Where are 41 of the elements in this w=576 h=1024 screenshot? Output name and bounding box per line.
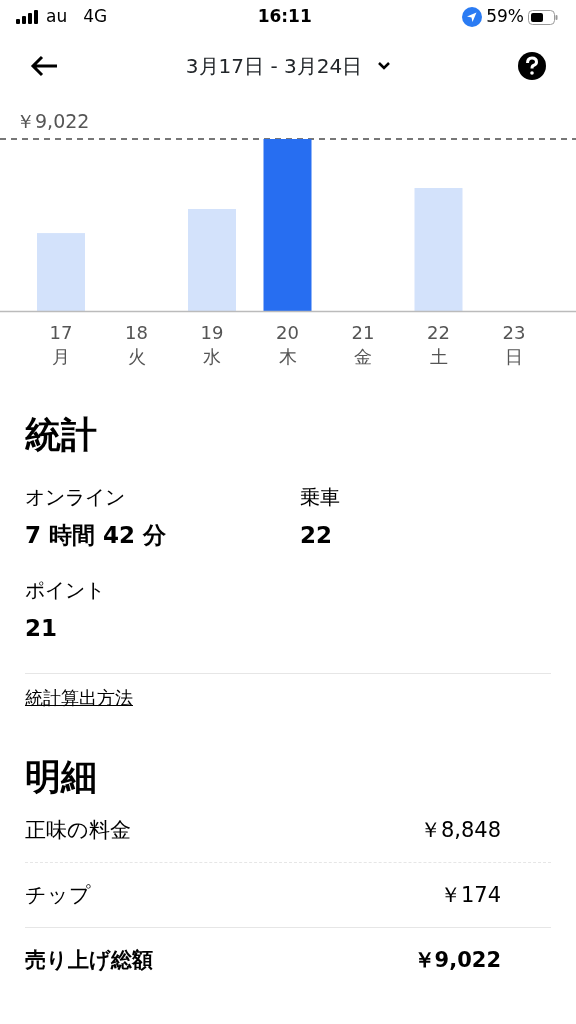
row-amount: ￥9,022 xyxy=(413,946,501,974)
day-number: 17 xyxy=(49,322,73,343)
stat-label: 乗車 xyxy=(300,484,341,512)
clock: 16:11 xyxy=(257,5,312,29)
day-number: 19 xyxy=(200,322,224,343)
location-icon xyxy=(462,7,483,27)
row-amount: ￥174 xyxy=(439,881,501,909)
row-label: チップ xyxy=(25,881,91,909)
help-icon[interactable] xyxy=(518,52,546,80)
weekday-label: 火 xyxy=(127,346,146,367)
section-title: 統計 xyxy=(25,413,98,457)
row-label: 正味の料金 xyxy=(25,816,131,844)
day-number: 20 xyxy=(276,322,299,343)
weekday-label: 水 xyxy=(203,346,221,367)
day-number: 22 xyxy=(427,322,450,343)
signal-icon xyxy=(16,10,38,24)
back-arrow-icon[interactable] xyxy=(30,55,58,77)
carrier-name: au xyxy=(46,5,68,29)
section-title: 明細 xyxy=(25,755,98,799)
chevron-down-icon xyxy=(378,62,391,70)
battery-percent: 59% xyxy=(486,5,524,29)
day-number: 23 xyxy=(502,322,526,343)
stat-value: 21 xyxy=(25,613,58,643)
stat-label: ポイント xyxy=(25,576,106,604)
day-number: 21 xyxy=(351,322,375,343)
method-link[interactable]: 統計算出方法 xyxy=(25,684,133,712)
row-amount: ￥8,848 xyxy=(419,816,501,844)
battery-icon xyxy=(528,9,558,25)
weekday-label: 金 xyxy=(354,346,372,367)
weekday-label: 月 xyxy=(52,346,70,367)
stat-value: 22 xyxy=(300,521,333,551)
stat-value: 7 時間 42 分 xyxy=(25,521,168,551)
date-range-selector[interactable]: 3月17日 - 3月24日 xyxy=(185,51,391,81)
y-tick-label: ￥9,022 xyxy=(16,110,90,132)
weekday-label: 土 xyxy=(429,346,448,367)
weekday-label: 日 xyxy=(505,346,523,367)
network-type: 4G xyxy=(83,5,108,29)
row-label: 売り上げ総額 xyxy=(25,946,153,974)
stat-label: オンライン xyxy=(25,484,126,512)
day-number: 18 xyxy=(125,322,148,343)
weekday-label: 木 xyxy=(278,346,297,367)
